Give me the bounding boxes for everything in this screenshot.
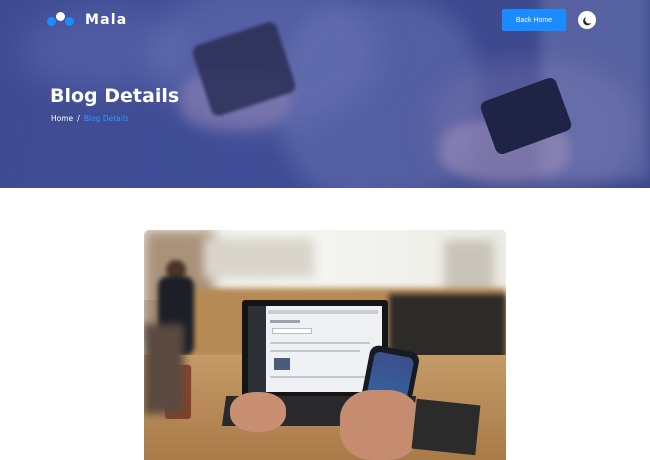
breadcrumb-current: Blog Details <box>83 114 129 123</box>
photo-shape <box>340 390 420 460</box>
photo-shape <box>270 320 300 323</box>
back-home-button[interactable]: Back Home <box>502 9 566 31</box>
photo-shape <box>274 358 290 370</box>
hero-banner: Mala Back Home Blog Details Home / Blog … <box>0 0 650 188</box>
photo-shape <box>144 324 184 414</box>
mala-logo-icon <box>47 11 75 29</box>
page-title: Blog Details <box>50 85 180 107</box>
photo-shape <box>248 306 382 392</box>
breadcrumb-separator: / <box>77 114 80 123</box>
breadcrumb-home-link[interactable]: Home <box>51 114 73 123</box>
photo-shape <box>272 328 312 334</box>
breadcrumb: Home / Blog Details <box>51 114 129 123</box>
theme-toggle-button[interactable] <box>578 11 596 29</box>
moon-icon <box>582 16 591 25</box>
photo-shape <box>270 350 360 352</box>
photo-shape <box>248 306 266 392</box>
logo-dot <box>56 12 65 21</box>
photo-shape <box>270 342 370 344</box>
brand[interactable]: Mala <box>47 10 127 30</box>
photo-shape <box>268 310 378 314</box>
photo-shape <box>230 392 286 432</box>
photo-shape <box>411 398 481 456</box>
brand-name: Mala <box>85 12 128 28</box>
photo-shape <box>270 376 370 378</box>
logo-dot <box>47 17 56 26</box>
featured-image <box>144 230 506 460</box>
photo-shape <box>204 238 314 278</box>
logo-dot <box>65 17 74 26</box>
